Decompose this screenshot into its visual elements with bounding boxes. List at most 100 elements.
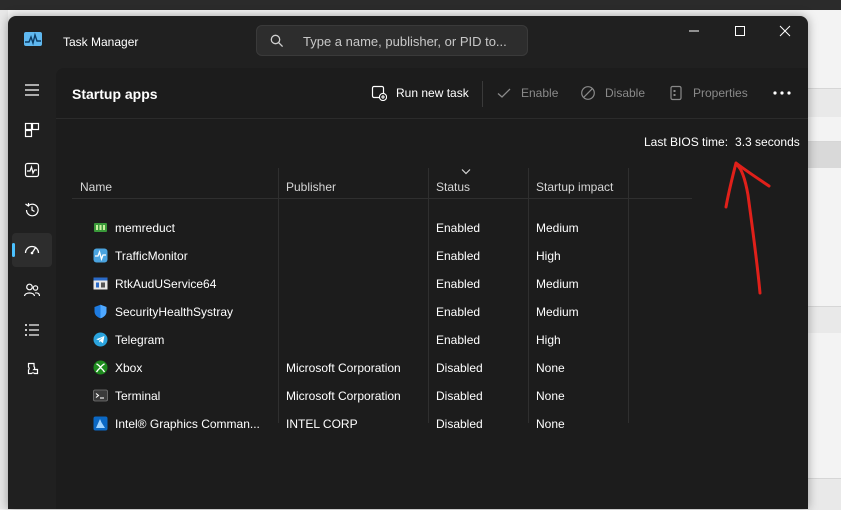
task-manager-app-icon <box>24 32 42 46</box>
bios-time: Last BIOS time: 3.3 seconds <box>644 135 800 149</box>
disable-label: Disable <box>605 86 646 100</box>
table-row[interactable]: SecurityHealthSystray Enabled Medium <box>72 298 692 326</box>
security-shield-icon <box>94 304 107 319</box>
app-status: Enabled <box>436 333 481 347</box>
intel-graphics-icon <box>93 416 108 431</box>
sort-descending-icon <box>461 169 471 175</box>
run-new-task-button[interactable]: Run new task <box>371 80 469 106</box>
nav-details[interactable] <box>12 313 52 347</box>
close-icon <box>779 25 791 37</box>
nav-users[interactable] <box>12 273 52 307</box>
background-row <box>808 478 841 510</box>
terminal-icon <box>93 389 108 402</box>
header-divider <box>72 198 692 199</box>
disable-icon <box>581 86 595 100</box>
properties-button[interactable]: Properties <box>668 80 748 106</box>
bios-time-label: Last BIOS time: <box>644 135 729 149</box>
app-impact: Medium <box>536 221 579 235</box>
table-row[interactable]: RtkAudUService64 Enabled Medium <box>72 270 692 298</box>
app-impact: High <box>536 333 561 347</box>
app-status: Enabled <box>436 249 481 263</box>
app-impact: Medium <box>536 305 579 319</box>
app-status: Enabled <box>436 305 481 319</box>
title-bar[interactable]: Task Manager Type a name, publisher, or … <box>8 16 808 68</box>
hamburger-menu-icon <box>25 84 39 96</box>
app-name: Intel® Graphics Comman... <box>115 417 260 431</box>
background-row <box>808 306 841 333</box>
maximize-icon <box>735 26 745 36</box>
rtkaudio-icon <box>93 277 108 290</box>
app-impact: None <box>536 361 565 375</box>
more-options-icon[interactable] <box>772 84 792 102</box>
app-status: Enabled <box>436 221 481 235</box>
column-header-publisher[interactable]: Publisher <box>286 180 336 194</box>
window-title: Task Manager <box>63 35 139 49</box>
app-status: Enabled <box>436 277 481 291</box>
processes-icon <box>24 122 40 138</box>
table-row[interactable]: Xbox Microsoft Corporation Disabled None <box>72 354 692 382</box>
nav-performance[interactable] <box>12 153 52 187</box>
nav-startup-apps[interactable] <box>12 233 52 267</box>
background-app-edge <box>0 10 8 509</box>
close-button[interactable] <box>762 16 808 48</box>
app-publisher: Microsoft Corporation <box>286 361 401 375</box>
checkmark-icon <box>497 88 511 98</box>
table-row[interactable]: memreduct Enabled Medium <box>72 214 692 242</box>
table-row[interactable]: Terminal Microsoft Corporation Disabled … <box>72 382 692 410</box>
app-impact: High <box>536 249 561 263</box>
app-name: memreduct <box>115 221 176 235</box>
enable-label: Enable <box>521 86 559 100</box>
nav-processes[interactable] <box>12 113 52 147</box>
column-header-status[interactable]: Status <box>436 180 470 194</box>
app-name: Xbox <box>115 361 143 375</box>
toolbar: Startup apps Run new task Enable Disable… <box>56 68 808 119</box>
background-row <box>808 88 841 117</box>
startup-apps-panel: Startup apps Run new task Enable Disable… <box>56 68 808 509</box>
app-status: Disabled <box>436 361 483 375</box>
task-manager-window: Task Manager Type a name, publisher, or … <box>8 16 808 509</box>
properties-label: Properties <box>693 86 748 100</box>
trafficmonitor-icon <box>93 248 108 263</box>
app-name: SecurityHealthSystray <box>115 305 234 319</box>
app-name: TrafficMonitor <box>115 249 188 263</box>
run-new-task-label: Run new task <box>396 86 469 100</box>
app-name: RtkAudUService64 <box>115 277 217 291</box>
memreduct-icon <box>94 223 107 232</box>
app-impact: None <box>536 389 565 403</box>
app-status: Disabled <box>436 389 483 403</box>
search-box[interactable]: Type a name, publisher, or PID to... <box>256 25 528 56</box>
navigation-sidebar <box>8 68 56 509</box>
search-icon <box>270 34 284 48</box>
page-title: Startup apps <box>72 86 158 102</box>
table-row[interactable]: Intel® Graphics Comman... INTEL CORP Dis… <box>72 410 692 438</box>
app-impact: None <box>536 417 565 431</box>
nav-app-history[interactable] <box>12 193 52 227</box>
minimize-icon <box>689 30 699 32</box>
table-row[interactable]: Telegram Enabled High <box>72 326 692 354</box>
column-header-name[interactable]: Name <box>80 180 112 194</box>
telegram-icon <box>93 332 108 347</box>
performance-icon <box>24 162 40 178</box>
enable-button[interactable]: Enable <box>496 80 558 106</box>
app-publisher: Microsoft Corporation <box>286 389 401 403</box>
app-status: Disabled <box>436 417 483 431</box>
users-icon <box>23 283 41 297</box>
table-header: Name Publisher Status Startup impact <box>72 168 692 198</box>
table-row[interactable]: TrafficMonitor Enabled High <box>72 242 692 270</box>
xbox-icon <box>93 360 108 375</box>
minimize-button[interactable] <box>671 16 717 48</box>
services-icon <box>27 362 39 375</box>
startup-apps-icon <box>24 245 40 255</box>
search-input[interactable]: Type a name, publisher, or PID to... <box>303 34 507 49</box>
disable-button[interactable]: Disable <box>580 80 645 106</box>
toolbar-divider <box>482 81 483 107</box>
column-header-startup-impact[interactable]: Startup impact <box>536 180 613 194</box>
app-publisher: INTEL CORP <box>286 417 358 431</box>
properties-icon <box>670 85 682 101</box>
hamburger-menu-button[interactable] <box>12 73 52 107</box>
maximize-button[interactable] <box>717 16 763 48</box>
nav-services[interactable] <box>12 353 52 387</box>
app-name: Telegram <box>115 333 165 347</box>
bios-time-value: 3.3 seconds <box>735 135 800 149</box>
app-history-icon <box>25 202 39 217</box>
